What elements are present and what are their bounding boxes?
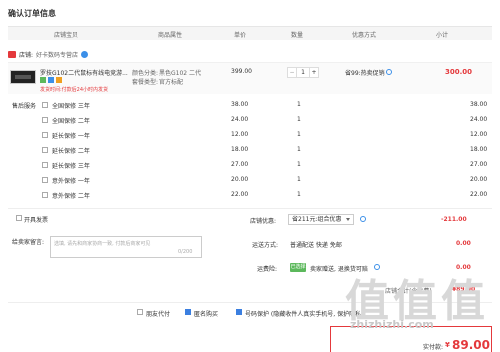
shop-discount-value: 省211元:组合优惠 bbox=[292, 216, 342, 223]
info-icon[interactable] bbox=[386, 69, 392, 75]
package-value: 官方标配 bbox=[159, 79, 184, 86]
delivery-icon bbox=[56, 77, 62, 83]
shop-discount-amount: -211.00 bbox=[441, 216, 467, 223]
header-subtotal: 小计 bbox=[436, 32, 449, 39]
service-price: 38.00 bbox=[231, 101, 249, 108]
pay-for-me-label: 朋友代付 bbox=[146, 311, 171, 318]
quantity-plus-button[interactable]: + bbox=[309, 68, 318, 77]
service-checkbox[interactable] bbox=[42, 132, 48, 138]
service-name: 延长保修 三年 bbox=[52, 163, 90, 170]
color-value: 黑色G102 二代 bbox=[159, 70, 202, 77]
chevron-down-icon bbox=[346, 218, 350, 221]
package-label: 套餐类型: bbox=[132, 79, 159, 86]
product-name-link[interactable]: 罗技G102二代鼠标有线电竞游... bbox=[40, 68, 128, 77]
service-price: 20.00 bbox=[231, 176, 249, 183]
quantity-input[interactable]: 1 bbox=[297, 68, 309, 77]
item-price: 399.00 bbox=[231, 68, 252, 75]
service-checkbox[interactable] bbox=[42, 147, 48, 153]
shipping-amount: 0.00 bbox=[456, 240, 471, 247]
service-name: 延长保修 二年 bbox=[52, 148, 90, 155]
item-subtotal: 300.00 bbox=[445, 68, 473, 76]
divider bbox=[8, 208, 492, 209]
service-qty: 1 bbox=[297, 191, 301, 198]
service-qty: 1 bbox=[297, 131, 301, 138]
service-name: 意外保修 一年 bbox=[52, 178, 90, 185]
guarantee-icon bbox=[40, 77, 46, 83]
pay-for-me-checkbox[interactable] bbox=[137, 309, 143, 315]
service-subtotal: 18.00 bbox=[470, 146, 488, 153]
total-amount: 89.00 bbox=[452, 338, 490, 352]
service-checkbox[interactable] bbox=[42, 162, 48, 168]
service-qty: 1 bbox=[297, 176, 301, 183]
anonymous-label: 匿名购买 bbox=[194, 311, 219, 318]
quantity-stepper: − 1 + bbox=[287, 67, 319, 78]
shop-label: 店铺: bbox=[19, 51, 34, 59]
header-attr: 商品属性 bbox=[158, 32, 183, 39]
service-price: 22.00 bbox=[231, 191, 249, 198]
anonymous-checkbox[interactable] bbox=[185, 309, 191, 315]
quantity-minus-button[interactable]: − bbox=[288, 68, 297, 77]
shop-discount-select[interactable]: 省211元:组合优惠 bbox=[288, 214, 354, 225]
services-label: 售后服务 bbox=[12, 103, 37, 110]
invoice-label: 开具发票 bbox=[24, 217, 49, 224]
total-label: 实付款: bbox=[423, 344, 444, 351]
message-label: 给卖家留言: bbox=[12, 239, 45, 246]
service-subtotal: 27.00 bbox=[470, 161, 488, 168]
authentic-icon bbox=[48, 77, 54, 83]
item-discount: 省99:热卖促销 bbox=[345, 70, 385, 77]
product-badges bbox=[40, 77, 62, 83]
service-name: 延长保修 一年 bbox=[52, 133, 90, 140]
color-label: 颜色分类: bbox=[132, 70, 159, 77]
header-qty: 数量 bbox=[291, 32, 304, 39]
page-title: 确认订单信息 bbox=[8, 9, 56, 18]
service-subtotal: 38.00 bbox=[470, 101, 488, 108]
service-qty: 1 bbox=[297, 161, 301, 168]
shipping-value: 普通配送 快递 免邮 bbox=[290, 242, 342, 249]
insurance-selected-tag[interactable]: 已选择 bbox=[290, 263, 306, 272]
header-discount: 优惠方式 bbox=[352, 32, 377, 39]
shop-name-link[interactable]: 好卡数码专营店 bbox=[36, 50, 78, 59]
shop-icon bbox=[8, 50, 16, 58]
service-qty: 1 bbox=[297, 116, 301, 123]
service-price: 24.00 bbox=[231, 116, 249, 123]
service-subtotal: 12.00 bbox=[470, 131, 488, 138]
shop-row: 店铺: 好卡数码专营店 bbox=[8, 48, 89, 60]
service-subtotal: 20.00 bbox=[470, 176, 488, 183]
invoice-checkbox[interactable] bbox=[16, 215, 22, 221]
table-header: 店铺宝贝 商品属性 单价 数量 优惠方式 小计 bbox=[8, 26, 492, 40]
total-currency: ¥ bbox=[445, 341, 450, 349]
service-price: 18.00 bbox=[231, 146, 249, 153]
privacy-checkbox[interactable] bbox=[236, 309, 242, 315]
service-subtotal: 22.00 bbox=[470, 191, 488, 198]
service-checkbox[interactable] bbox=[42, 102, 48, 108]
header-shop: 店铺宝贝 bbox=[54, 32, 79, 39]
service-price: 27.00 bbox=[231, 161, 249, 168]
service-qty: 1 bbox=[297, 101, 301, 108]
watermark-url: zhizhizhi.com bbox=[350, 318, 434, 331]
info-icon[interactable] bbox=[360, 216, 366, 222]
service-checkbox[interactable] bbox=[42, 177, 48, 183]
service-name: 全国保修 三年 bbox=[52, 103, 90, 110]
chat-icon[interactable] bbox=[81, 50, 89, 58]
shipping-time-note: 发货时间:付款后24小时内发货 bbox=[40, 87, 109, 93]
service-subtotal: 24.00 bbox=[470, 116, 488, 123]
service-qty: 1 bbox=[297, 146, 301, 153]
shop-discount-label: 店铺优惠: bbox=[250, 218, 277, 225]
service-checkbox[interactable] bbox=[42, 192, 48, 198]
product-thumbnail[interactable] bbox=[10, 70, 36, 84]
message-counter: 0/200 bbox=[178, 249, 193, 255]
service-name: 意外保修 二年 bbox=[52, 193, 90, 200]
service-price: 12.00 bbox=[231, 131, 249, 138]
service-name: 全国保修 二年 bbox=[52, 118, 90, 125]
header-price: 单价 bbox=[234, 32, 247, 39]
insurance-label: 运费险: bbox=[257, 266, 278, 273]
shipping-label: 运送方式: bbox=[252, 242, 279, 249]
service-checkbox[interactable] bbox=[42, 117, 48, 123]
